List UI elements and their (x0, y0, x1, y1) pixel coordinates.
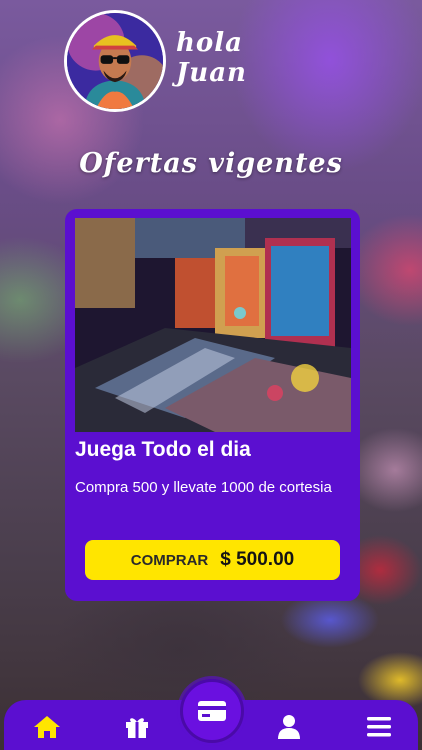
offer-description: Compra 500 y llevate 1000 de cortesia (75, 479, 332, 496)
section-title: Ofertas vigentes (79, 148, 343, 179)
header: hola Juan (0, 0, 422, 120)
buy-button[interactable]: COMPRAR $ 500.00 (85, 540, 340, 580)
card-icon (198, 701, 226, 721)
nav-profile[interactable] (274, 712, 304, 742)
greeting-hello: hola (176, 28, 243, 58)
nav-card[interactable] (180, 679, 244, 743)
offer-price: $ 500.00 (220, 549, 295, 570)
greeting-name: Juan (176, 58, 247, 88)
offer-card[interactable]: Juega Todo el dia Compra 500 y llevate 1… (65, 209, 360, 601)
avatar-illustration (67, 13, 163, 109)
nav-menu[interactable] (364, 712, 394, 742)
avatar[interactable] (64, 10, 166, 112)
menu-icon (367, 717, 391, 737)
nav-home[interactable] (32, 712, 62, 742)
greeting: hola Juan (176, 28, 247, 88)
user-icon (278, 715, 300, 739)
gift-icon (126, 718, 148, 738)
offer-image (75, 218, 351, 432)
buy-button-label: COMPRAR (130, 551, 209, 569)
pinball-machines-photo (75, 218, 351, 432)
nav-gifts[interactable] (122, 712, 152, 742)
offer-title: Juega Todo el dia (75, 438, 251, 461)
home-icon (34, 716, 60, 738)
